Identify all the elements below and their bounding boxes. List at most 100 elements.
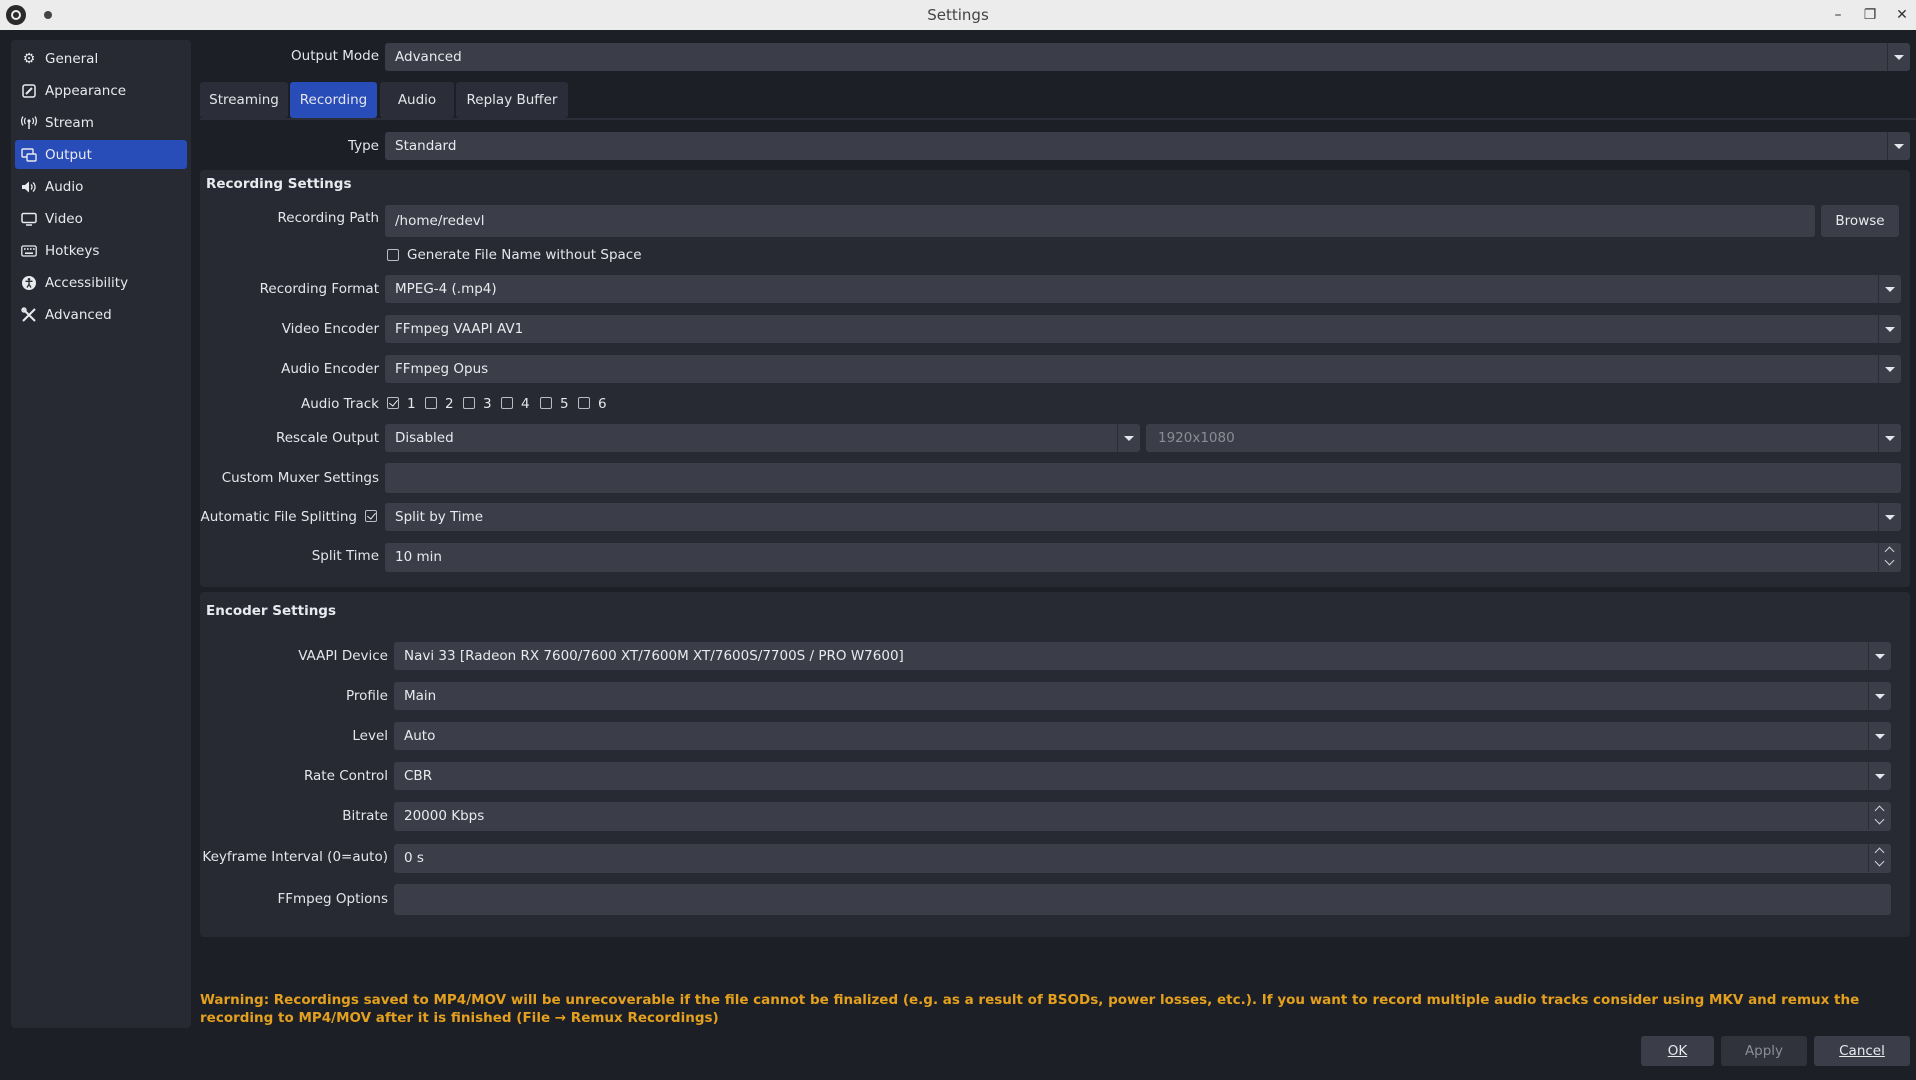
keyframe-interval-value: 0 s	[404, 850, 424, 866]
audio-encoder-label: Audio Encoder	[281, 361, 379, 377]
apply-button-label: Apply	[1744, 1043, 1784, 1059]
audio-track-4-label: 4	[521, 396, 530, 412]
spin-down-icon[interactable]	[1868, 816, 1891, 830]
sidebar-item-audio[interactable]: Audio	[15, 172, 187, 201]
custom-muxer-input[interactable]	[385, 463, 1901, 493]
audio-track-6-checkbox[interactable]	[578, 397, 590, 409]
appearance-icon	[21, 83, 37, 99]
sidebar-item-label: Appearance	[45, 82, 127, 99]
keyboard-icon	[21, 243, 37, 259]
profile-select[interactable]: Main	[394, 682, 1891, 710]
sidebar-item-advanced[interactable]: Advanced	[15, 300, 187, 329]
level-label: Level	[352, 728, 388, 744]
spin-down-icon[interactable]	[1878, 557, 1901, 571]
split-mode-select[interactable]: Split by Time	[385, 503, 1901, 531]
output-mode-label: Output Mode	[291, 48, 379, 64]
audio-track-label: Audio Track	[301, 396, 379, 412]
chevron-down-icon	[1868, 722, 1891, 750]
ok-button[interactable]: OK	[1641, 1036, 1714, 1066]
sidebar-item-video[interactable]: Video	[15, 204, 187, 233]
title-bar: Settings – ❐ ✕	[0, 0, 1916, 30]
sidebar-item-label: Advanced	[45, 306, 112, 323]
rate-control-select[interactable]: CBR	[394, 762, 1891, 790]
antenna-icon	[21, 115, 37, 131]
chevron-down-icon	[1878, 503, 1901, 531]
vaapi-device-label: VAAPI Device	[298, 648, 388, 664]
audio-track-2-checkbox[interactable]	[425, 397, 437, 409]
keyframe-interval-spinbox[interactable]: 0 s	[394, 844, 1891, 873]
split-time-spinbox[interactable]: 10 min	[385, 543, 1901, 572]
audio-track-5-checkbox[interactable]	[540, 397, 552, 409]
split-mode-value: Split by Time	[395, 509, 484, 525]
chevron-down-icon	[1868, 642, 1891, 670]
audio-encoder-select[interactable]: FFmpeg Opus	[385, 355, 1901, 383]
audio-track-2-label: 2	[445, 396, 454, 412]
browse-button[interactable]: Browse	[1821, 205, 1899, 237]
vaapi-device-select[interactable]: Navi 33 [Radeon RX 7600/7600 XT/7600M XT…	[394, 642, 1891, 670]
tab-audio[interactable]: Audio	[380, 82, 454, 118]
monitor-icon	[21, 211, 37, 227]
minimize-icon[interactable]: –	[1828, 4, 1848, 26]
sidebar-item-accessibility[interactable]: Accessibility	[15, 268, 187, 297]
video-encoder-select[interactable]: FFmpeg VAAPI AV1	[385, 315, 1901, 343]
rate-control-label: Rate Control	[303, 768, 388, 784]
sidebar-item-label: Accessibility	[45, 274, 129, 291]
tab-replay-buffer[interactable]: Replay Buffer	[456, 82, 568, 118]
window-title: Settings	[927, 6, 989, 24]
rescale-resolution-value: 1920x1080	[1158, 430, 1235, 446]
split-time-value: 10 min	[395, 549, 442, 565]
bitrate-spinbox[interactable]: 20000 Kbps	[394, 802, 1891, 831]
output-mode-select[interactable]: Advanced	[385, 43, 1910, 71]
sidebar-item-label: Hotkeys	[45, 242, 100, 259]
audio-track-1-label: 1	[407, 396, 416, 412]
chevron-down-icon	[1878, 355, 1901, 383]
rescale-resolution-select: 1920x1080	[1146, 424, 1901, 452]
spin-down-icon[interactable]	[1868, 858, 1891, 872]
level-select[interactable]: Auto	[394, 722, 1891, 750]
recording-path-input[interactable]: /home/redevl	[385, 205, 1815, 237]
restore-icon[interactable]: ❐	[1860, 4, 1880, 26]
sidebar-item-stream[interactable]: Stream	[15, 108, 187, 137]
sidebar-item-appearance[interactable]: Appearance	[15, 76, 187, 105]
audio-track-5-label: 5	[560, 396, 569, 412]
level-value: Auto	[404, 728, 436, 744]
encoder-settings-title: Encoder Settings	[206, 603, 337, 619]
auto-file-splitting-checkbox[interactable]	[365, 510, 377, 522]
cancel-button-label: Cancel	[1839, 1043, 1885, 1059]
tools-icon	[21, 306, 37, 323]
video-encoder-label: Video Encoder	[281, 321, 379, 337]
vaapi-device-value: Navi 33 [Radeon RX 7600/7600 XT/7600M XT…	[404, 648, 904, 664]
chevron-down-icon	[1878, 315, 1901, 343]
type-value: Standard	[395, 138, 457, 154]
chevron-down-icon	[1887, 132, 1910, 160]
ok-button-label: OK	[1667, 1043, 1688, 1059]
close-icon[interactable]: ✕	[1892, 4, 1912, 26]
profile-value: Main	[404, 688, 437, 704]
generate-filename-label: Generate File Name without Space	[407, 247, 642, 263]
ffmpeg-options-input[interactable]	[394, 884, 1891, 915]
type-select[interactable]: Standard	[385, 132, 1910, 160]
recording-format-select[interactable]: MPEG-4 (.mp4)	[385, 275, 1901, 303]
type-label: Type	[347, 138, 379, 154]
audio-track-4-checkbox[interactable]	[501, 397, 513, 409]
recording-path-value: /home/redevl	[395, 213, 485, 229]
sidebar-item-label: Output	[45, 146, 92, 163]
accessibility-icon	[21, 275, 37, 291]
chevron-down-icon	[1868, 762, 1891, 790]
sidebar-item-general[interactable]: ⚙ General	[15, 44, 187, 73]
apply-button[interactable]: Apply	[1721, 1036, 1807, 1066]
speaker-icon	[21, 179, 37, 195]
auto-file-splitting-label: Automatic File Splitting	[200, 509, 357, 525]
audio-track-3-checkbox[interactable]	[463, 397, 475, 409]
generate-filename-checkbox[interactable]	[387, 249, 399, 261]
cancel-button[interactable]: Cancel	[1814, 1036, 1910, 1066]
sidebar-item-hotkeys[interactable]: Hotkeys	[15, 236, 187, 265]
tab-recording[interactable]: Recording	[290, 82, 377, 118]
sidebar-item-label: Video	[45, 210, 83, 227]
tab-streaming[interactable]: Streaming	[200, 82, 288, 118]
chevron-down-icon	[1117, 424, 1140, 452]
sidebar-item-output[interactable]: Output	[15, 140, 187, 169]
audio-track-1-checkbox[interactable]	[387, 397, 399, 409]
rescale-output-label: Rescale Output	[275, 430, 379, 446]
rescale-output-select[interactable]: Disabled	[385, 424, 1140, 452]
